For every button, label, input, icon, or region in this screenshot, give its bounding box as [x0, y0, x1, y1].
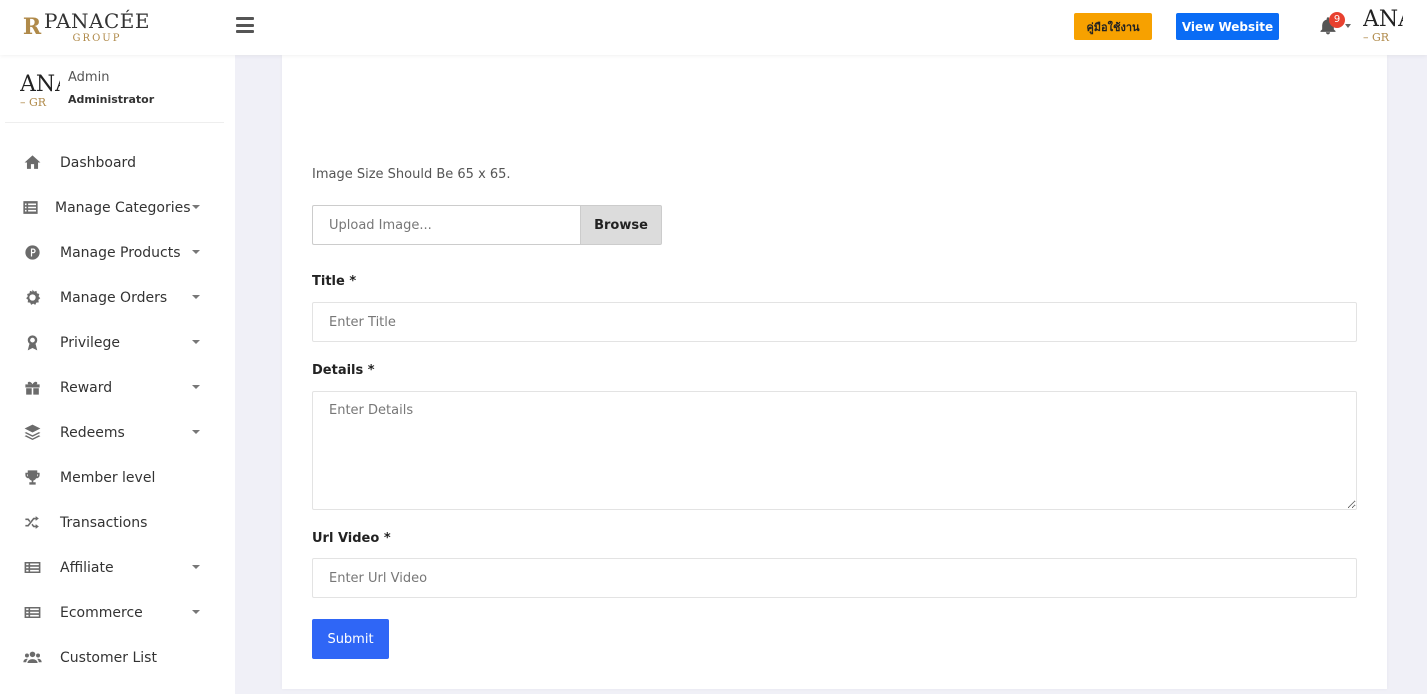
form-card: Image Size Should Be 65 x 65. Browse Tit… [282, 55, 1387, 689]
upload-image-input[interactable] [312, 205, 581, 245]
chevron-down-icon [192, 430, 200, 434]
image-size-hint: Image Size Should Be 65 x 65. [312, 167, 511, 182]
table-icon [22, 603, 42, 623]
list-icon [20, 198, 40, 218]
users-icon [22, 648, 42, 668]
chevron-down-icon [192, 610, 200, 614]
submit-button[interactable]: Submit [312, 619, 389, 659]
url-video-label: Url Video * [312, 531, 391, 546]
sidebar-item-label: Redeems [60, 424, 125, 441]
shuffle-icon [22, 513, 42, 533]
view-website-button[interactable]: View Website [1176, 13, 1279, 40]
sidebar-item-label: Ecommerce [60, 604, 143, 621]
chevron-down-icon [192, 295, 200, 299]
title-label: Title * [312, 274, 357, 289]
sidebar-item-label: Manage Orders [60, 289, 168, 306]
sidebar-item-manage-categories[interactable]: Manage Categories [0, 185, 235, 230]
notification-badge: 9 [1329, 12, 1345, 28]
details-label: Details * [312, 363, 375, 378]
award-icon [22, 333, 42, 353]
logo-text: PANACÉE GROUP [44, 11, 150, 44]
logo-mark: R [22, 14, 42, 40]
menu-toggle-icon[interactable] [236, 17, 254, 33]
url-video-input[interactable] [312, 558, 1357, 598]
user-name: Admin [68, 70, 110, 85]
sidebar: ANA – GR Admin Administrator Dashboard M… [0, 55, 235, 694]
sidebar-item-customer-list[interactable]: Customer List [0, 635, 235, 680]
home-icon [22, 153, 42, 173]
user-profile: ANA – GR Admin Administrator [5, 67, 224, 123]
avatar-subtext: – GR [1363, 31, 1390, 44]
user-role: Administrator [68, 93, 155, 106]
table-icon [22, 558, 42, 578]
gift-icon [22, 378, 42, 398]
brand-logo[interactable]: R PANACÉE GROUP [20, 8, 150, 46]
sidebar-item-label: Reward [60, 379, 113, 396]
avatar[interactable]: ANA – GR [1363, 8, 1403, 48]
trophy-icon [22, 468, 42, 488]
chevron-down-icon [192, 205, 200, 209]
orders-icon [22, 288, 42, 308]
title-input[interactable] [312, 302, 1357, 342]
product-badge-icon [22, 243, 42, 263]
chevron-down-icon [192, 250, 200, 254]
sidebar-item-label: Transactions [60, 514, 148, 531]
top-bar: R PANACÉE GROUP คู่มือใช้งาน View Websit… [0, 0, 1427, 55]
logo-main-text: PANACÉE [43, 8, 150, 33]
sidebar-item-privilege[interactable]: Privilege [0, 320, 235, 365]
sidebar-item-transactions[interactable]: Transactions [0, 500, 235, 545]
sidebar-nav: Dashboard Manage Categories Manage Produ… [0, 140, 235, 680]
sidebar-item-label: Manage Products [60, 244, 181, 261]
avatar-text: ANA [1363, 8, 1403, 32]
sidebar-item-redeems[interactable]: Redeems [0, 410, 235, 455]
details-textarea[interactable] [312, 391, 1357, 510]
sidebar-item-ecommerce[interactable]: Ecommerce [0, 590, 235, 635]
sidebar-item-label: Manage Categories [55, 199, 191, 216]
user-manual-button[interactable]: คู่มือใช้งาน [1074, 13, 1152, 40]
user-avatar: ANA – GR [20, 73, 60, 109]
sidebar-item-manage-products[interactable]: Manage Products [0, 230, 235, 275]
layers-icon [22, 423, 42, 443]
browse-button[interactable]: Browse [580, 205, 662, 245]
chevron-down-icon [192, 385, 200, 389]
sidebar-item-label: Privilege [60, 334, 121, 351]
sidebar-item-manage-orders[interactable]: Manage Orders [0, 275, 235, 320]
sidebar-item-affiliate[interactable]: Affiliate [0, 545, 235, 590]
logo-sub-text: GROUP [72, 32, 122, 44]
chevron-down-icon[interactable] [1345, 24, 1351, 28]
chevron-down-icon [192, 565, 200, 569]
sidebar-item-reward[interactable]: Reward [0, 365, 235, 410]
sidebar-item-dashboard[interactable]: Dashboard [0, 140, 235, 185]
sidebar-item-label: Dashboard [60, 154, 136, 171]
user-avatar-text: ANA [20, 73, 60, 97]
sidebar-item-member-level[interactable]: Member level [0, 455, 235, 500]
chevron-down-icon [192, 340, 200, 344]
sidebar-item-label: Affiliate [60, 559, 114, 576]
user-avatar-subtext: – GR [20, 96, 47, 109]
sidebar-item-label: Customer List [60, 649, 157, 666]
sidebar-item-label: Member level [60, 469, 156, 486]
